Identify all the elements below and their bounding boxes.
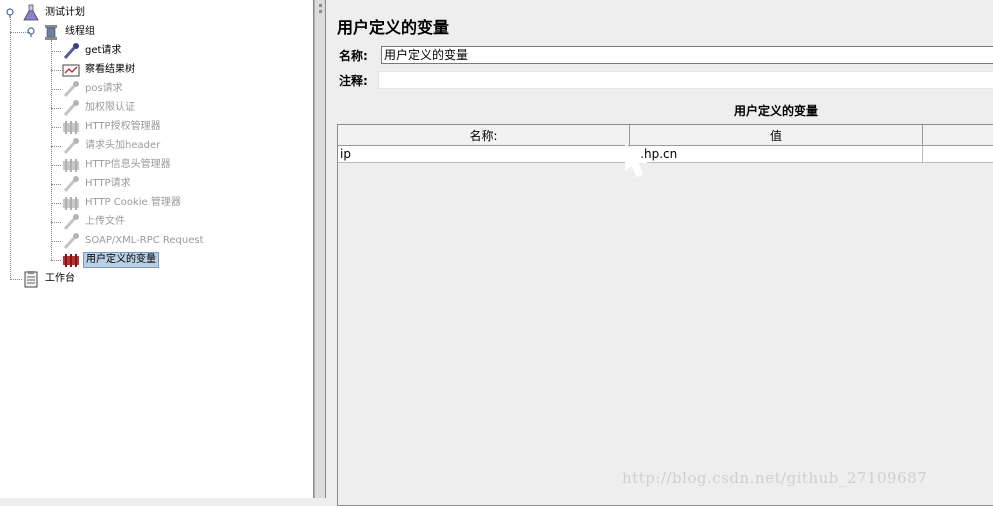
comment-field[interactable] [378, 71, 993, 89]
thread-group-spool-icon [45, 24, 57, 40]
tree-item-view-results-tree[interactable]: 察看结果树 [62, 60, 137, 79]
tree-item-thread-group[interactable]: 线程组 [42, 22, 97, 41]
tree-item-label: HTTP请求 [85, 177, 131, 189]
tree-pane: 测试计划 线程组 get请求 察看结果树 pos请求 加权限认证 HTTP授权管… [0, 0, 314, 498]
tree-item-label: 请求头加header [85, 139, 161, 151]
splitter-grip-icon [319, 10, 322, 13]
tree-item-soap-request[interactable]: SOAP/XML-RPC Request [62, 231, 206, 250]
collapse-toggle-icon[interactable] [26, 27, 36, 37]
comment-field-label: 注释: [339, 74, 368, 88]
tree-item-label: HTTP授权管理器 [85, 120, 161, 132]
table-header-name[interactable]: 名称: [338, 125, 630, 146]
config-element-icon [63, 196, 79, 210]
config-element-icon [63, 158, 79, 172]
tree-item-http-auth-manager[interactable]: HTTP授权管理器 [62, 117, 163, 136]
tree-item-label: HTTP Cookie 管理器 [85, 196, 181, 208]
sampler-pipette-icon [63, 213, 79, 230]
mouse-cursor-icon [625, 143, 648, 178]
tree-item-label: HTTP信息头管理器 [85, 158, 171, 170]
user-variables-icon [63, 253, 79, 267]
sampler-pipette-icon [63, 137, 79, 154]
tree-connector [51, 260, 61, 261]
panel-title: 用户定义的变量 [337, 18, 450, 37]
section-title: 用户定义的变量 [733, 104, 818, 118]
name-field[interactable]: 用户定义的变量 [381, 46, 993, 64]
listener-graph-icon [62, 64, 80, 76]
tree-connector [51, 40, 52, 260]
collapse-toggle-icon[interactable] [5, 8, 15, 18]
tree-item-label: pos请求 [85, 82, 123, 94]
tree-connector [51, 222, 61, 223]
tree-connector [51, 165, 61, 166]
table-header-description[interactable] [923, 125, 993, 146]
workbench-clipboard-icon [24, 270, 38, 287]
name-field-label: 名称: [339, 49, 368, 63]
tree-connector [10, 19, 11, 278]
tree-connector [51, 184, 61, 185]
tree-item-http-request[interactable]: HTTP请求 [62, 174, 133, 193]
pane-splitter[interactable] [314, 0, 326, 498]
tree-item-label: 用户定义的变量 [83, 251, 159, 268]
sampler-pipette-icon [63, 80, 79, 97]
tree-item-label: 上传文件 [85, 215, 125, 227]
tree-item-http-cookie-manager[interactable]: HTTP Cookie 管理器 [62, 193, 183, 212]
tree-connector [51, 70, 61, 71]
config-element-icon [63, 120, 79, 134]
table-cell-description[interactable] [923, 146, 993, 163]
table-cell-value[interactable]: …hp.cn [630, 146, 923, 163]
test-plan-flask-icon [23, 4, 39, 20]
sampler-pipette-icon [63, 99, 79, 116]
tree-item-label: SOAP/XML-RPC Request [85, 234, 204, 246]
tree-item-upload-file[interactable]: 上传文件 [62, 212, 127, 231]
sampler-pipette-icon [63, 42, 79, 59]
tree-item-label: 加权限认证 [85, 101, 135, 113]
tree-item-workbench[interactable]: 工作台 [22, 269, 77, 288]
tree-item-user-defined-variables[interactable]: 用户定义的变量 [62, 250, 159, 269]
right-panel: 用户定义的变量 名称: 用户定义的变量 注释: 用户定义的变量 名称: 值 ip… [326, 0, 993, 506]
watermark: http://blog.csdn.net/github_27109687 [622, 469, 928, 487]
tree-connector [51, 146, 61, 147]
tree-item-header-request[interactable]: 请求头加header [62, 136, 162, 155]
tree-item-label: 工作台 [45, 272, 75, 284]
tree-connector [51, 89, 61, 90]
tree-item-label: 察看结果树 [85, 63, 135, 75]
tree-item-label: 线程组 [65, 25, 95, 37]
table-header-value[interactable]: 值 [630, 125, 923, 146]
tree-item-pos-request[interactable]: pos请求 [62, 79, 125, 98]
tree-connector [51, 241, 61, 242]
tree-connector [51, 203, 61, 204]
tree-connector [51, 108, 61, 109]
sampler-pipette-icon [63, 175, 79, 192]
tree-item-label: 测试计划 [45, 6, 85, 18]
tree-item-http-header-manager[interactable]: HTTP信息头管理器 [62, 155, 173, 174]
tree-connector [10, 279, 22, 280]
tree-item-get-request[interactable]: get请求 [62, 41, 123, 60]
tree-item-test-plan[interactable]: 测试计划 [22, 3, 87, 22]
splitter-grip-icon [319, 4, 322, 7]
variables-table: 名称: 值 ip …hp.cn [337, 124, 993, 506]
table-cell-name[interactable]: ip [338, 146, 630, 163]
sampler-pipette-icon [63, 232, 79, 249]
tree-item-auth-request[interactable]: 加权限认证 [62, 98, 137, 117]
tree-connector [51, 51, 61, 52]
tree-connector [51, 127, 61, 128]
tree-item-label: get请求 [85, 44, 122, 56]
